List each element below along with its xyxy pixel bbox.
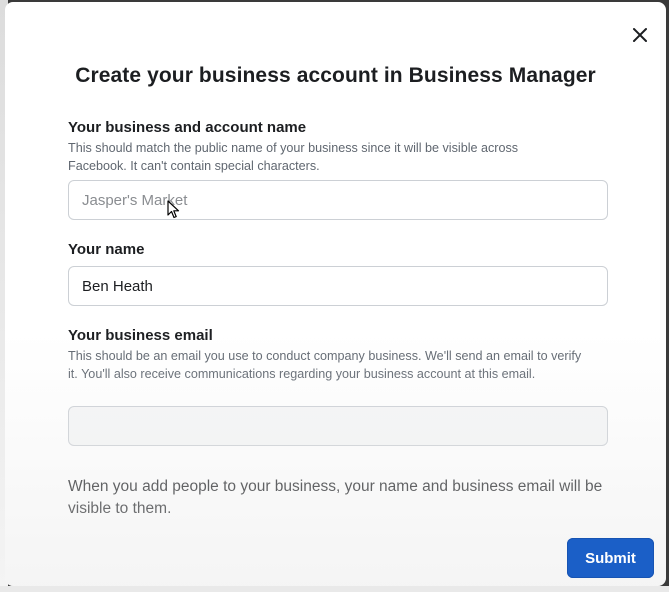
mouse-cursor-icon [167, 200, 180, 219]
your-name-input[interactable]: Ben Heath [68, 266, 608, 306]
your-name-label: Your name [68, 241, 145, 258]
business-name-label: Your business and account name [68, 119, 307, 136]
close-button[interactable] [627, 22, 653, 48]
close-icon [633, 28, 647, 42]
dialog-title: Create your business account in Business… [75, 64, 596, 87]
submit-button[interactable]: Submit [567, 538, 654, 578]
business-email-input[interactable] [68, 406, 608, 446]
business-name-help: This should match the public name of you… [68, 141, 519, 173]
business-email-help: This should be an email you use to condu… [68, 349, 582, 381]
background-page-bottom [0, 586, 669, 592]
business-email-label: Your business email [68, 327, 213, 344]
your-name-value: Ben Heath [82, 277, 153, 295]
visibility-notice: When you add people to your business, yo… [68, 478, 603, 517]
create-business-dialog: Create your business account in Business… [5, 2, 666, 586]
business-name-input[interactable]: Jasper's Market [68, 180, 608, 220]
